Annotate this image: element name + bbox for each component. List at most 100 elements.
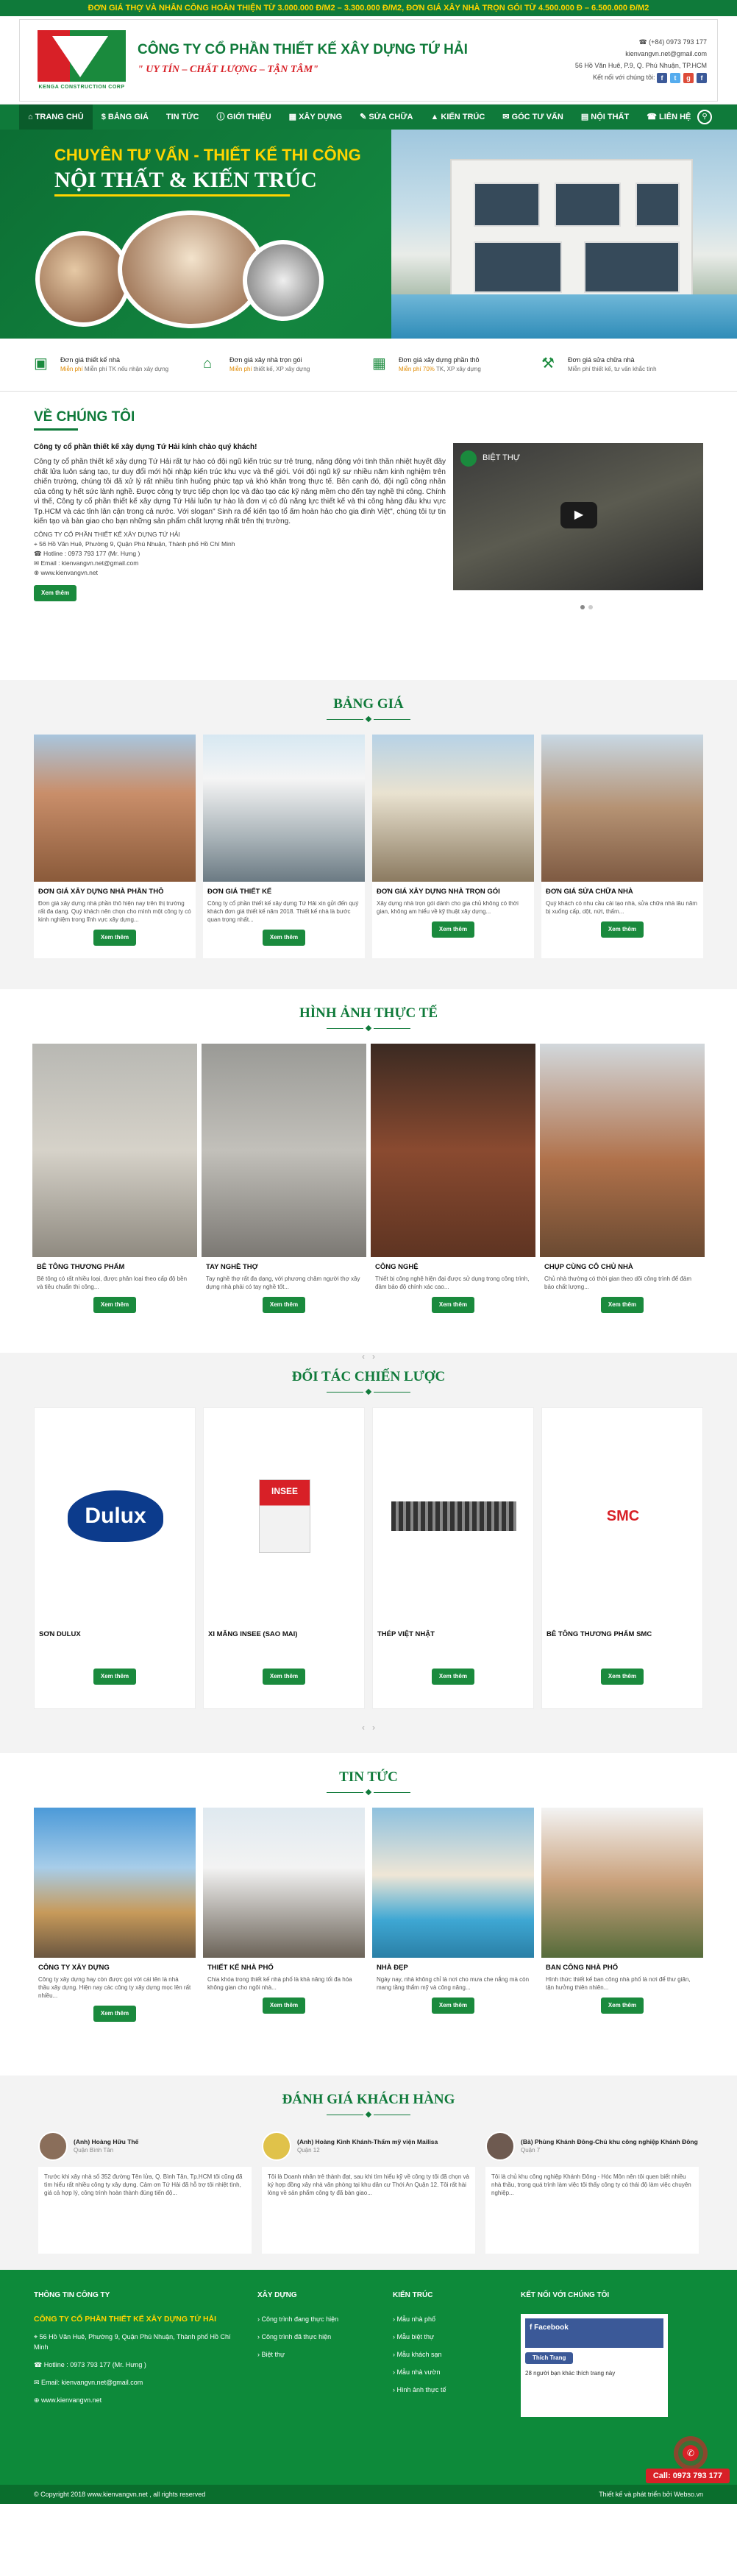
pricing-card[interactable]: ĐƠN GIÁ THIẾT KẾ Công ty cổ phần thiết kế… — [203, 735, 365, 958]
company-logo[interactable]: KENGA CONSTRUCTION CORP — [38, 30, 126, 93]
smc-logo: SMC — [606, 1508, 640, 1524]
google-plus-icon[interactable]: g — [683, 72, 694, 83]
copyright-bar: © Copyright 2018 www.kienvangvn.net , al… — [0, 2485, 737, 2504]
reviews-heading: ĐÁNH GIÁ KHÁCH HÀNG — [282, 2092, 455, 2107]
news-photo — [34, 1808, 196, 1958]
photo-more-button[interactable]: Xem thêm — [93, 1297, 137, 1313]
review-card: (Bà) Phùng Khánh Đông-Chủ khu công nghiệ… — [485, 2131, 699, 2254]
pricing-card[interactable]: ĐƠN GIÁ SỬA CHỮA NHÀ Quý khách có nhu cầu… — [541, 735, 703, 958]
feature-package-price[interactable]: ⌂ Đơn giá xây nhà trọn gói Miễn phí thiết… — [203, 355, 365, 374]
news-photo — [203, 1808, 365, 1958]
concrete-photo — [32, 1044, 197, 1257]
photo-card[interactable]: BÊ TÔNG THƯƠNG PHẨM Bê tông có rất nhiều … — [32, 1044, 197, 1338]
footer-link[interactable]: › Hình ảnh thực tế — [393, 2385, 503, 2395]
partner-card[interactable]: THÉP VIỆT NHẬT Xem thêm — [372, 1407, 534, 1709]
pricing-more-button[interactable]: Xem thêm — [600, 921, 644, 938]
news-more-button[interactable]: Xem thêm — [600, 1998, 644, 2014]
partner-card[interactable]: SMC BÊ TÔNG THƯƠNG PHẨM SMC Xem thêm — [541, 1407, 703, 1709]
pricing-more-button[interactable]: Xem thêm — [93, 930, 137, 946]
news-section: TIN TỨC CÔNG TY XÂY DỰNG Công ty xây dựng… — [0, 1753, 737, 2076]
photo-more-button[interactable]: Xem thêm — [431, 1297, 475, 1313]
building-icon: ▦ — [372, 355, 386, 372]
nav-item-construction[interactable]: ▦ XÂY DỰNG — [280, 105, 352, 130]
partners-heading: ĐỐI TÁC CHIẾN LƯỢC — [291, 1369, 446, 1384]
nav-item-interior[interactable]: ▤ NỘI THẤT — [572, 105, 638, 130]
footer-link[interactable]: › Mẫu nhà phố — [393, 2314, 503, 2324]
interior-photo-1 — [35, 231, 131, 327]
photo-card[interactable]: CHỤP CÙNG CÔ CHỦ NHÀ Chủ nhà thường có th… — [540, 1044, 705, 1338]
globe-icon: ⊕ — [34, 2396, 42, 2404]
footer-link[interactable]: › Biệt thự — [257, 2349, 375, 2360]
footer-link[interactable]: › Mẫu nhà vườn — [393, 2367, 503, 2377]
nav-item-contact[interactable]: ☎ LIÊN HỆ — [638, 105, 699, 130]
partner-more-button[interactable]: Xem thêm — [93, 1669, 137, 1685]
about-paragraph: Công ty cổ phần thiết kế xây dựng Tứ Hải… — [34, 458, 446, 526]
footer-architecture-links: KIẾN TRÚC › Mẫu nhà phố › Mẫu biệt thự ›… — [393, 2290, 503, 2417]
feature-design-price[interactable]: ▣ Đơn giá thiết kế nhà Miễn phí Miễn phí … — [34, 355, 196, 374]
call-button[interactable]: Call: 0973 793 177 — [645, 2469, 730, 2483]
twitter-icon[interactable]: t — [670, 72, 680, 83]
header-phone[interactable]: (+84) 0973 793 177 — [649, 38, 707, 46]
news-more-button[interactable]: Xem thêm — [262, 1998, 306, 2014]
nav-item-architecture[interactable]: ▲ KIẾN TRÚC — [421, 105, 494, 130]
interior-photo-2 — [118, 210, 265, 328]
nav-item-consulting[interactable]: ✉ GÓC TƯ VẤN — [494, 105, 572, 130]
partners-section: ĐỐI TÁC CHIẾN LƯỢC Dulux SƠN DULUX Xem t… — [0, 1353, 737, 1753]
photo-card[interactable]: TAY NGHỀ THỢ Tay nghề thợ rất đa dạng, vớ… — [202, 1044, 366, 1338]
call-phone-icon[interactable]: ✆ — [674, 2436, 708, 2470]
pricing-more-button[interactable]: Xem thêm — [262, 930, 306, 946]
partner-more-button[interactable]: Xem thêm — [600, 1669, 644, 1685]
facebook-page-icon[interactable]: f — [697, 72, 707, 83]
top-announcement: ĐƠN GIÁ THỢ VÀ NHÂN CÔNG HOÀN THIỆN TỪ 3… — [0, 0, 737, 16]
mail-icon: ✉ — [34, 2379, 42, 2386]
footer-link[interactable]: › Mẫu biệt thự — [393, 2332, 503, 2342]
reviews-section: ĐÁNH GIÁ KHÁCH HÀNG (Anh) Hoàng Hữu Thế Q… — [0, 2076, 737, 2270]
photo-card[interactable]: CÔNG NGHỆ Thiết bị công nghệ hiện đại đượ… — [371, 1044, 535, 1338]
pricing-card[interactable]: ĐƠN GIÁ XÂY DỰNG NHÀ PHẦN THÔ Đơn giá xây… — [34, 735, 196, 958]
news-card[interactable]: THIẾT KẾ NHÀ PHỐ Chia khóa trong thiết kế… — [203, 1808, 365, 2043]
partner-more-button[interactable]: Xem thêm — [431, 1669, 475, 1685]
feature-repair-price[interactable]: ⚒ Đơn giá sửa chữa nhà Miễn phí thiết kế,… — [541, 355, 703, 374]
video-carousel-dots[interactable] — [580, 605, 593, 609]
interior-photo-3 — [243, 240, 324, 321]
news-more-button[interactable]: Xem thêm — [93, 2006, 137, 2022]
social-label: Kết nối với chúng tôi: — [593, 74, 655, 81]
intro-video[interactable]: BIỆT THỰ ▶ — [453, 443, 703, 590]
header-email[interactable]: kienvangvn.net@gmail.com — [625, 50, 707, 57]
footer-link[interactable]: › Công trình đang thực hiện — [257, 2314, 375, 2324]
photo-more-button[interactable]: Xem thêm — [262, 1297, 306, 1313]
partner-more-button[interactable]: Xem thêm — [262, 1669, 306, 1685]
partner-carousel-arrows[interactable]: ‹ › — [0, 1722, 737, 1733]
hero-banner[interactable]: CHUYÊN TƯ VẤN - THIẾT KẾ THI CÔNG NỘI TH… — [0, 130, 737, 339]
photo-more-button[interactable]: Xem thêm — [600, 1297, 644, 1313]
pricing-more-button[interactable]: Xem thêm — [431, 921, 475, 938]
partner-card[interactable]: Dulux SƠN DULUX Xem thêm — [34, 1407, 196, 1709]
news-card[interactable]: NHÀ ĐẸP Ngày nay, nhà không chỉ là nơi ch… — [372, 1808, 534, 2043]
footer-link[interactable]: › Công trình đã thực hiện — [257, 2332, 375, 2342]
nav-item-pricing[interactable]: $ BẢNG GIÁ — [93, 105, 157, 130]
news-card[interactable]: BAN CÔNG NHÀ PHỐ Hình thức thiết kế ban c… — [541, 1808, 703, 2043]
about-heading: VỀ CHÚNG TÔI — [34, 409, 135, 425]
facebook-widget[interactable]: f Facebook Thích Trang 28 người bạn khác… — [521, 2314, 668, 2417]
partner-card[interactable]: INSEE XI MĂNG INSEE (SAO MAI) Xem thêm — [203, 1407, 365, 1709]
feature-rough-price[interactable]: ▦ Đơn giá xây dựng phần thô Miễn phí 70% … — [372, 355, 534, 374]
news-more-button[interactable]: Xem thêm — [431, 1998, 475, 2014]
search-icon[interactable]: ⚲ — [697, 110, 712, 124]
nav-item-news[interactable]: TIN TỨC — [157, 105, 208, 130]
play-icon[interactable]: ▶ — [560, 502, 597, 528]
news-card[interactable]: CÔNG TY XÂY DỰNG Công ty xây dựng hay còn… — [34, 1808, 196, 2043]
about-more-button[interactable]: Xem thêm — [34, 584, 77, 601]
facebook-icon[interactable]: f — [657, 72, 667, 83]
copyright-text: © Copyright 2018 www.kienvangvn.net , al… — [34, 2491, 206, 2498]
nav-item-about[interactable]: ⓘ GIỚI THIỆU — [207, 105, 280, 130]
pricing-photo — [541, 735, 703, 882]
nav-item-home[interactable]: ⌂ TRANG CHỦ — [19, 105, 93, 130]
footer-link[interactable]: › Mẫu khách sạn — [393, 2349, 503, 2360]
about-info: CÔNG TY CỔ PHẦN THIẾT KẾ XÂY DỰNG TỨ HẢI… — [34, 530, 235, 576]
pricing-card[interactable]: ĐƠN GIÁ XÂY DỰNG NHÀ TRỌN GÓI Xây dựng nh… — [372, 735, 534, 958]
nav-item-repair[interactable]: ✎ SỬA CHỮA — [351, 105, 421, 130]
owner-photo — [540, 1044, 705, 1257]
like-page-button[interactable]: Thích Trang — [525, 2352, 574, 2364]
phone-icon: ☎ — [34, 549, 43, 557]
header-address: 56 Hồ Văn Huê, P.9, Q. Phú Nhuận, TP.HCM — [574, 62, 707, 69]
